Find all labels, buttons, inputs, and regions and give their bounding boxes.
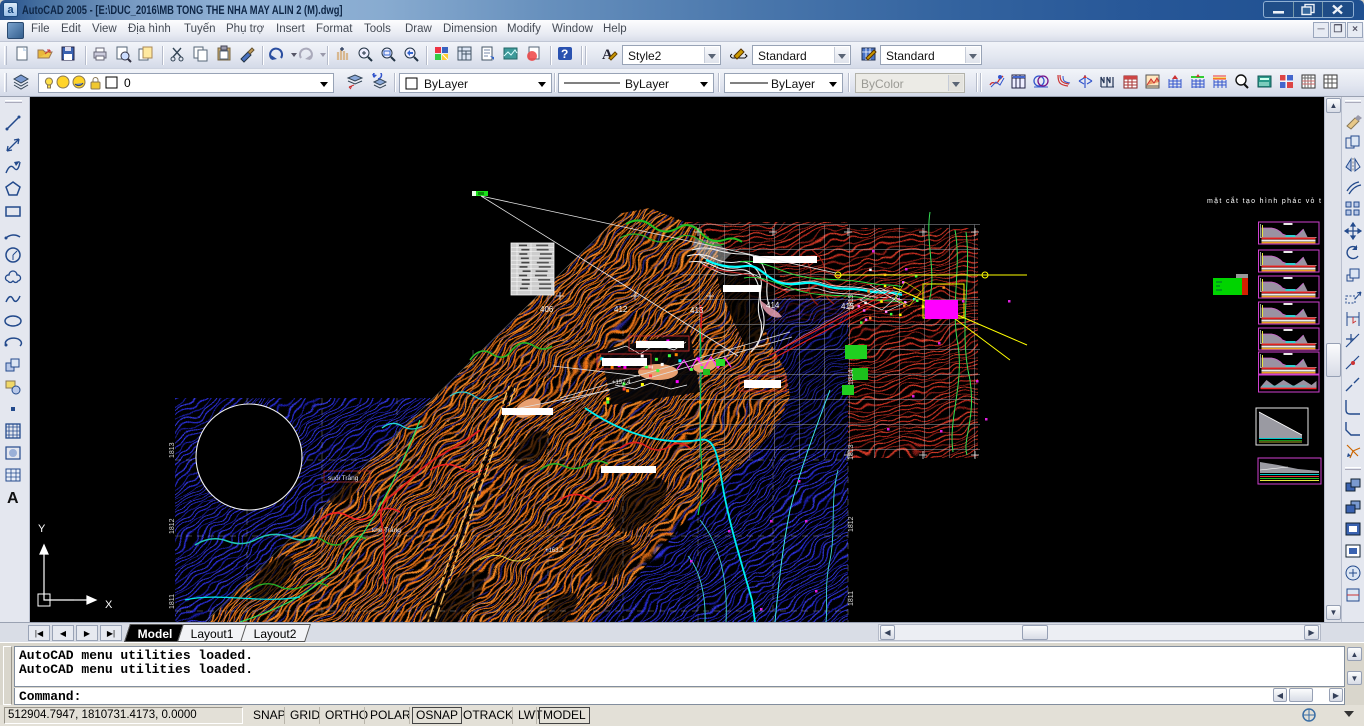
svg-text:Y: Y	[38, 523, 46, 535]
svg-text:1812: 1812	[169, 518, 176, 534]
svg-text:1811: 1811	[848, 591, 855, 606]
svg-text:khe Trắng: khe Trắng	[372, 525, 401, 534]
svg-text:1814: 1814	[848, 369, 855, 385]
svg-text:413: 413	[690, 306, 704, 315]
svg-text:0: 0	[124, 76, 131, 90]
svg-text:412: 412	[614, 305, 628, 314]
svg-text:mặt cắt tạo hình phác vỏ t: mặt cắt tạo hình phác vỏ t	[1207, 196, 1321, 205]
svg-text:+157.4: +157.4	[612, 380, 631, 386]
svg-text:1815: 1815	[848, 294, 855, 310]
svg-text:406: 406	[540, 305, 554, 314]
svg-text:A: A	[7, 490, 19, 507]
svg-text:414: 414	[766, 301, 780, 310]
svg-text:?: ?	[561, 47, 568, 61]
svg-text:suối Trắng: suối Trắng	[328, 473, 359, 482]
svg-text:1813: 1813	[169, 442, 176, 458]
svg-text:1812: 1812	[848, 516, 855, 532]
svg-text:1813: 1813	[848, 444, 855, 460]
svg-text:1811: 1811	[169, 594, 176, 609]
svg-text:X: X	[105, 599, 113, 611]
svg-text:+163.2: +163.2	[545, 548, 564, 554]
